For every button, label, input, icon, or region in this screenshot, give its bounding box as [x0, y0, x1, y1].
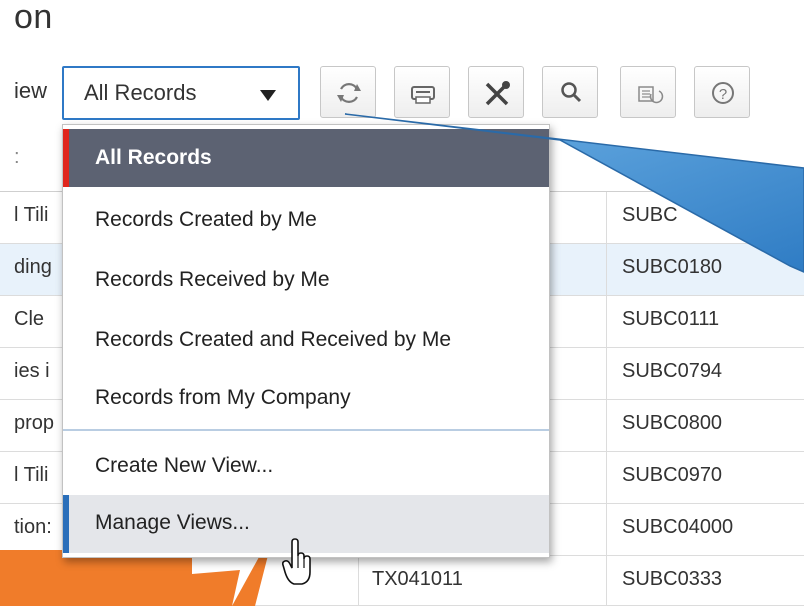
page-title: on — [14, 0, 53, 36]
tools-icon — [485, 81, 510, 106]
menu-item-my-company[interactable]: Records from My Company — [63, 369, 549, 427]
table-cell: SUBC0970 — [622, 464, 723, 486]
table-cell: TX041011 — [372, 568, 463, 590]
table-cell: l Tili — [14, 204, 49, 226]
refresh-icon — [337, 83, 361, 103]
table-cell: Cle — [14, 308, 45, 330]
table-cell: SUBC0794 — [622, 360, 723, 382]
table-cell: SUBC0111 — [622, 308, 720, 330]
menu-item-label: Records Received by Me — [95, 268, 330, 291]
table-cell: SUBC — [622, 204, 678, 226]
column-divider — [606, 192, 607, 606]
chevron-down-icon — [260, 90, 276, 101]
table-cell: ding — [14, 256, 52, 278]
menu-item-received-by-me[interactable]: Records Received by Me — [63, 251, 549, 309]
table-cell: ies i — [14, 360, 50, 382]
menu-item-create-new-view[interactable]: Create New View... — [63, 437, 549, 495]
menu-item-label: Records Created by Me — [95, 208, 317, 231]
view-label: iew — [14, 78, 48, 103]
hand-cursor-icon — [282, 538, 311, 585]
search-icon — [561, 82, 582, 103]
table-cell: tion: — [14, 516, 52, 538]
search-button[interactable] — [542, 66, 598, 118]
view-dropdown-menu: All Records Records Created by Me Record… — [62, 124, 550, 558]
help-icon: ? — [712, 82, 734, 104]
menu-item-label: Records from My Company — [95, 386, 351, 409]
print-icon — [411, 86, 435, 104]
menu-item-created-by-me[interactable]: Records Created by Me — [63, 191, 549, 249]
menu-item-label: All Records — [95, 146, 212, 169]
svg-text:?: ? — [719, 86, 727, 103]
menu-item-all-records[interactable]: All Records — [63, 129, 549, 187]
view-select-value: All Records — [84, 80, 197, 105]
view-select[interactable]: All Records — [62, 66, 300, 120]
table-cell: SUBC0333 — [622, 568, 723, 590]
table-cell: l Tili — [14, 464, 49, 486]
hover-marker — [63, 495, 69, 553]
table-cell: SUBC04000 — [622, 516, 734, 538]
export-button[interactable] — [620, 66, 676, 118]
print-button[interactable] — [394, 66, 450, 118]
column-header: : — [14, 146, 20, 168]
export-icon — [638, 86, 664, 104]
menu-item-label: Records Created and Received by Me — [95, 328, 452, 351]
table-row[interactable]: TX041011 SUBC0333 — [0, 556, 804, 606]
menu-item-label: Create New View... — [95, 454, 274, 477]
menu-item-label: Manage Views... — [95, 511, 250, 534]
table-cell: prop — [14, 412, 55, 434]
refresh-button[interactable] — [320, 66, 376, 118]
table-cell: SUBC0180 — [622, 256, 723, 278]
active-marker — [63, 129, 69, 187]
tools-button[interactable] — [468, 66, 524, 118]
menu-item-created-and-received[interactable]: Records Created and Received by Me — [63, 311, 549, 369]
menu-separator — [63, 429, 549, 431]
help-button[interactable]: ? — [694, 66, 750, 118]
table-cell: SUBC0800 — [622, 412, 723, 434]
